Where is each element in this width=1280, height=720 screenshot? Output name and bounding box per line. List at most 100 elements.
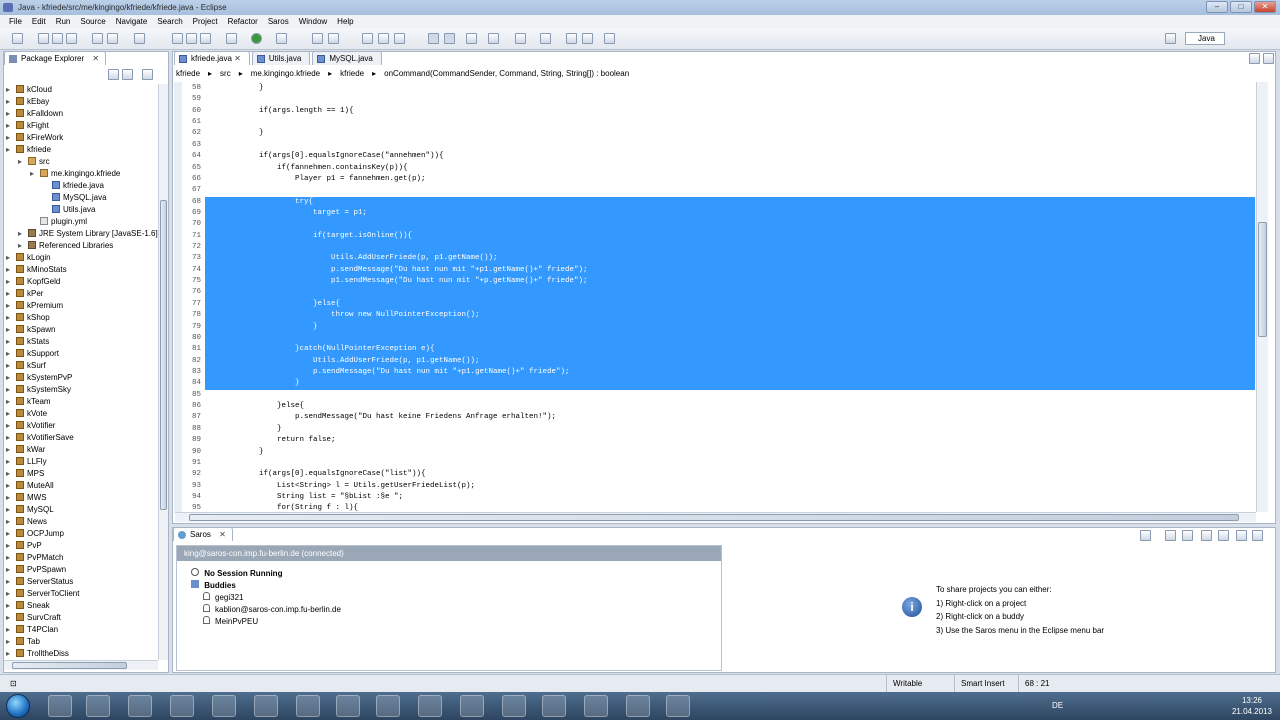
menu-refactor[interactable]: Refactor (223, 15, 263, 28)
tree-item[interactable]: ▸ KopfGeld (6, 276, 158, 288)
close-icon[interactable]: ✕ (234, 54, 241, 63)
add-buddy-icon[interactable] (1165, 530, 1176, 541)
tree-item[interactable]: ▸ kWar (6, 444, 158, 456)
code-line[interactable]: 59 (175, 94, 1255, 105)
debug-icon[interactable] (226, 33, 237, 44)
external-tools-icon[interactable] (276, 33, 287, 44)
minecraft-icon[interactable] (584, 695, 608, 717)
clock[interactable]: 13:26 21.04.2013 (1232, 695, 1272, 717)
new-icon[interactable] (12, 33, 23, 44)
menu-window[interactable]: Window (294, 15, 332, 28)
tree-item[interactable]: ▸ ServerToClient (6, 588, 158, 600)
game-icon[interactable] (170, 695, 194, 717)
share-project-icon[interactable] (1182, 530, 1193, 541)
menu-help[interactable]: Help (332, 15, 358, 28)
tree-item[interactable]: ▸ kFight (6, 120, 158, 132)
open-file-icon[interactable] (362, 33, 373, 44)
code-line[interactable]: 75 p1.sendMessage("Du hast nun mit "+p.g… (175, 276, 1255, 287)
tree-item[interactable]: ▸ kCloud (6, 84, 158, 96)
minimize-view-icon[interactable] (1236, 530, 1247, 541)
expand-arrow-icon[interactable]: ▸ (6, 132, 10, 144)
code-editor[interactable]: 58 } 59 60 if(args.length == 1){61 62 } 63 64… (175, 83, 1255, 513)
tree-item[interactable]: ▸ src (6, 156, 158, 168)
code-line[interactable]: 67 (175, 185, 1255, 196)
stop-session-icon[interactable] (1218, 530, 1229, 541)
tree-horizontal-scrollbar[interactable] (4, 660, 158, 670)
tree-item[interactable]: ▸ PvPMatch (6, 552, 158, 564)
settings-icon[interactable] (666, 695, 690, 717)
code-line[interactable]: 61 (175, 117, 1255, 128)
expand-arrow-icon[interactable]: ▸ (6, 84, 10, 96)
tree-item[interactable]: ▸ kFireWork (6, 132, 158, 144)
tab-mysql-java[interactable]: MySQL.java (312, 51, 382, 65)
code-line[interactable]: 72 (175, 242, 1255, 253)
code-line[interactable]: 70 (175, 219, 1255, 230)
menu-edit[interactable]: Edit (27, 15, 51, 28)
show-source-icon[interactable] (488, 33, 499, 44)
code-line[interactable]: 89 return false; (175, 435, 1255, 446)
toggle-block-selection-icon[interactable] (444, 33, 455, 44)
tree-item[interactable]: ▸ MWS (6, 492, 158, 504)
expand-arrow-icon[interactable]: ▸ (6, 336, 10, 348)
minimize-button[interactable]: – (1206, 1, 1228, 13)
tree-item[interactable]: ▸ kShop (6, 312, 158, 324)
expand-arrow-icon[interactable]: ▸ (6, 108, 10, 120)
expand-arrow-icon[interactable]: ▸ (6, 144, 10, 156)
expand-arrow-icon[interactable]: ▸ (6, 588, 10, 600)
tree-item[interactable]: ▸ LLFly (6, 456, 158, 468)
tree-item[interactable]: ▸ kSystemSky (6, 384, 158, 396)
folder-icon[interactable] (376, 695, 400, 717)
expand-arrow-icon[interactable]: ▸ (6, 420, 10, 432)
tree-item[interactable]: ▸ OCPJump (6, 528, 158, 540)
expand-arrow-icon[interactable]: ▸ (6, 312, 10, 324)
back-icon[interactable] (582, 33, 593, 44)
code-line[interactable]: 68 try{ (175, 197, 1255, 208)
expand-arrow-icon[interactable]: ▸ (6, 384, 10, 396)
code-line[interactable]: 69 target = p1; (175, 208, 1255, 219)
tree-item[interactable]: ▸ kFalldown (6, 108, 158, 120)
expand-arrow-icon[interactable]: ▸ (6, 480, 10, 492)
code-line[interactable]: 92 if(args[0].equalsIgnoreCase("list")){ (175, 469, 1255, 480)
expand-arrow-icon[interactable]: ▸ (6, 252, 10, 264)
expand-arrow-icon[interactable]: ▸ (18, 156, 22, 168)
close-icon[interactable]: ✕ (92, 54, 99, 63)
menu-search[interactable]: Search (152, 15, 187, 28)
tree-item[interactable]: ▸ Referenced Libraries (6, 240, 158, 252)
save-icon[interactable] (38, 33, 49, 44)
code-line[interactable]: 81 }catch(NullPointerException e){ (175, 344, 1255, 355)
tree-item[interactable]: ▸ TrolltheDiss (6, 648, 158, 660)
code-line[interactable]: 74 p.sendMessage("Du hast nun mit "+p1.g… (175, 265, 1255, 276)
tree-item[interactable]: ▸ T4PClan (6, 624, 158, 636)
new-server-icon[interactable] (312, 33, 323, 44)
link-editor-icon[interactable] (122, 69, 133, 80)
last-edit-icon[interactable] (566, 33, 577, 44)
open-type-icon[interactable] (200, 33, 211, 44)
expand-arrow-icon[interactable]: ▸ (6, 348, 10, 360)
network-icon[interactable] (254, 695, 278, 717)
tree-item[interactable]: ▸ SurvCraft (6, 612, 158, 624)
expand-arrow-icon[interactable]: ▸ (6, 624, 10, 636)
expand-arrow-icon[interactable]: ▸ (6, 648, 10, 660)
expand-arrow-icon[interactable]: ▸ (6, 432, 10, 444)
expand-arrow-icon[interactable]: ▸ (6, 528, 10, 540)
refresh-icon[interactable] (328, 33, 339, 44)
code-line[interactable]: 77 }else{ (175, 299, 1255, 310)
editor-app-icon[interactable] (296, 695, 320, 717)
maximize-button[interactable]: □ (1230, 1, 1252, 13)
tree-item[interactable]: ▸ kVotifierSave (6, 432, 158, 444)
editor-horizontal-scrollbar[interactable] (175, 512, 1256, 522)
tree-vertical-scrollbar[interactable] (158, 84, 168, 660)
expand-arrow-icon[interactable]: ▸ (18, 228, 22, 240)
tree-item[interactable]: ▸ kPremium (6, 300, 158, 312)
tab-package-explorer[interactable]: Package Explorer ✕ (4, 51, 107, 65)
tree-item[interactable]: ▸ me.kingingo.kfriede (6, 168, 158, 180)
follow-mode-icon[interactable] (1201, 530, 1212, 541)
breadcrumb-project[interactable]: kfriede (176, 67, 200, 81)
forward-icon[interactable] (604, 33, 615, 44)
next-annotation-icon[interactable] (515, 33, 526, 44)
editor-scroll-thumb[interactable] (1258, 222, 1267, 337)
maximize-view-icon[interactable] (1252, 530, 1263, 541)
collapse-all-icon[interactable] (108, 69, 119, 80)
language-indicator[interactable]: DE (1052, 701, 1063, 710)
expand-arrow-icon[interactable]: ▸ (6, 444, 10, 456)
